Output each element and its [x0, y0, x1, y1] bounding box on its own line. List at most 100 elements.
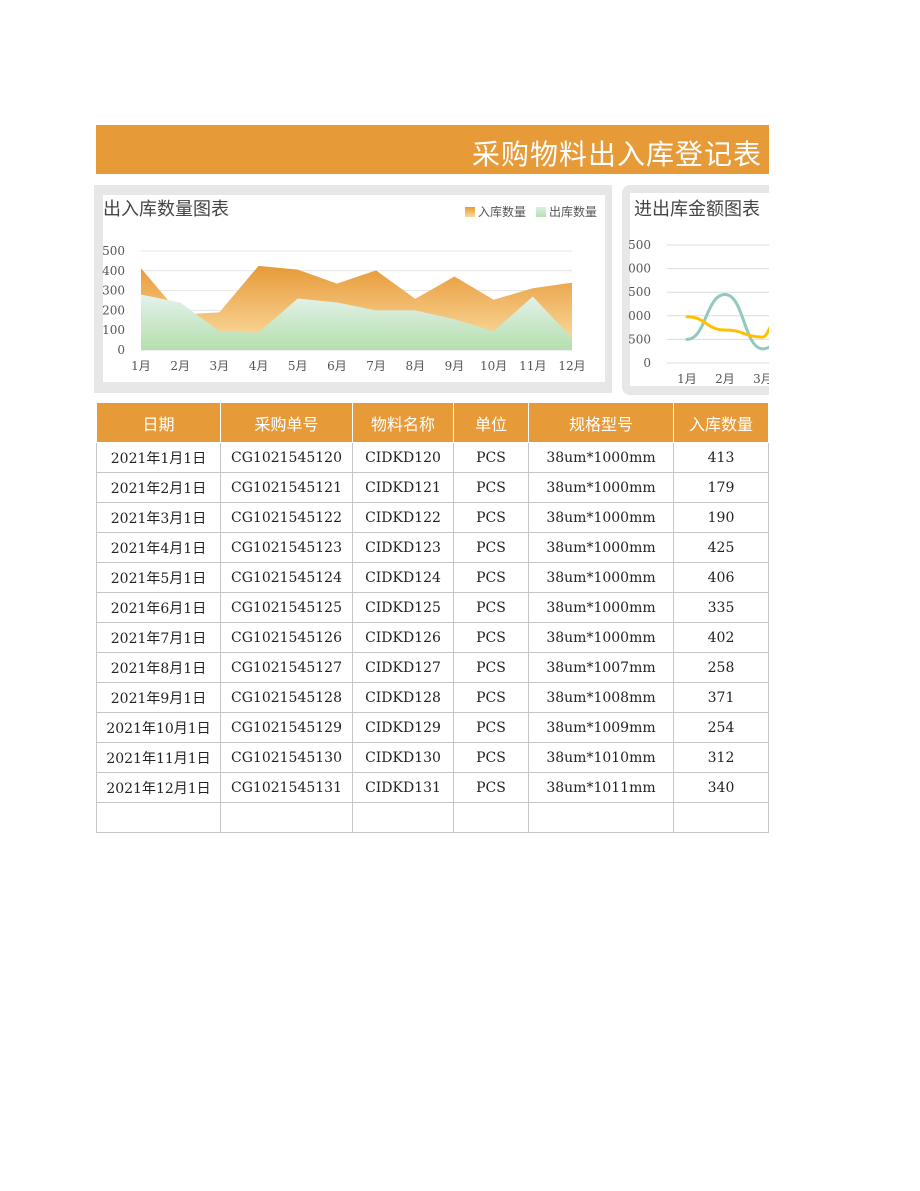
table-row: 2021年5月1日 CG1021545124 CIDKD124 PCS 38um*100… — [96, 562, 769, 593]
y-tick-label: 0 — [117, 343, 125, 357]
column-header[interactable]: 规格型号 — [528, 403, 674, 443]
table-cell[interactable]: CIDKD128 — [352, 682, 454, 713]
table-cell[interactable]: 38um*1000mm — [528, 562, 674, 593]
y-tick-label: 500 — [102, 244, 125, 258]
table-cell[interactable]: PCS — [453, 772, 529, 803]
table-cell[interactable]: CIDKD120 — [352, 442, 454, 473]
table-cell[interactable] — [673, 802, 769, 833]
table-cell[interactable]: 254 — [673, 712, 769, 743]
table-cell[interactable]: PCS — [453, 622, 529, 653]
table-cell[interactable]: CG1021545126 — [220, 622, 353, 653]
table-cell[interactable]: 413 — [673, 442, 769, 473]
table-cell[interactable]: 2021年12月1日 — [96, 772, 221, 803]
table-cell[interactable]: CG1021545123 — [220, 532, 353, 563]
column-header[interactable]: 物料名称 — [352, 403, 454, 443]
table-cell[interactable]: CG1021545120 — [220, 442, 353, 473]
table-cell[interactable]: CIDKD130 — [352, 742, 454, 773]
inventory-table: 日期 采购单号 物料名称 单位 规格型号 入库数量 2021年1月1日 CG10215451… — [96, 403, 769, 833]
table-cell[interactable]: 190 — [673, 502, 769, 533]
table-cell[interactable]: 179 — [673, 472, 769, 503]
table-cell[interactable]: 258 — [673, 652, 769, 683]
table-row: 2021年11月1日 CG1021545130 CIDKD130 PCS 38um*10… — [96, 742, 769, 773]
table-cell[interactable]: 2021年2月1日 — [96, 472, 221, 503]
table-cell[interactable]: CG1021545124 — [220, 562, 353, 593]
y-tick-label: 500 — [628, 332, 651, 346]
line-series-0 — [685, 293, 769, 351]
table-cell[interactable]: 2021年1月1日 — [96, 442, 221, 473]
table-cell[interactable]: PCS — [453, 532, 529, 563]
column-header[interactable]: 日期 — [96, 403, 221, 443]
table-cell[interactable]: 406 — [673, 562, 769, 593]
table-cell[interactable]: CG1021545121 — [220, 472, 353, 503]
table-cell[interactable]: 38um*1000mm — [528, 472, 674, 503]
table-cell[interactable]: 2021年10月1日 — [96, 712, 221, 743]
table-cell[interactable]: CIDKD126 — [352, 622, 454, 653]
table-cell[interactable]: 38um*1000mm — [528, 622, 674, 653]
table-row: 2021年12月1日 CG1021545131 CIDKD131 PCS 38um*10… — [96, 772, 769, 803]
table-cell[interactable]: CG1021545130 — [220, 742, 353, 773]
amount-chart-panel[interactable]: 进出库金额图表 0 500 000 500 000 500 1月 2月 3月 — [622, 185, 769, 395]
table-cell[interactable]: PCS — [453, 502, 529, 533]
table-cell[interactable]: 425 — [673, 532, 769, 563]
table-cell[interactable] — [352, 802, 454, 833]
table-cell[interactable] — [453, 802, 529, 833]
table-cell[interactable]: CIDKD122 — [352, 502, 454, 533]
x-tick-label: 3月 — [753, 372, 769, 386]
table-cell[interactable]: 2021年3月1日 — [96, 502, 221, 533]
table-cell[interactable]: CIDKD125 — [352, 592, 454, 623]
area-chart: 0 100 200 300 400 500 1月 2月 3月 4月 5月 6月 7月 8月 9月 10月 11月… — [102, 244, 586, 373]
x-tick-label: 4月 — [249, 359, 269, 373]
table-cell[interactable]: PCS — [453, 442, 529, 473]
table-cell[interactable]: PCS — [453, 472, 529, 503]
table-cell[interactable]: 2021年5月1日 — [96, 562, 221, 593]
table-cell[interactable]: CIDKD131 — [352, 772, 454, 803]
column-header[interactable]: 单位 — [453, 403, 529, 443]
quantity-chart-panel[interactable]: 出入库数量图表 入库数量 出库数量 0 100 200 300 400 500 1月 2月 3月… — [94, 185, 612, 393]
table-cell[interactable]: 38um*1011mm — [528, 772, 674, 803]
table-row: 2021年10月1日 CG1021545129 CIDKD129 PCS 38um*10… — [96, 712, 769, 743]
table-cell[interactable]: 2021年8月1日 — [96, 652, 221, 683]
table-cell[interactable]: 2021年6月1日 — [96, 592, 221, 623]
column-header[interactable]: 入库数量 — [673, 403, 769, 443]
table-cell[interactable]: PCS — [453, 682, 529, 713]
table-cell[interactable] — [528, 802, 674, 833]
table-cell[interactable]: PCS — [453, 742, 529, 773]
table-cell[interactable]: 2021年9月1日 — [96, 682, 221, 713]
table-cell[interactable]: 38um*1008mm — [528, 682, 674, 713]
table-cell[interactable]: 38um*1000mm — [528, 592, 674, 623]
table-row: 2021年9月1日 CG1021545128 CIDKD128 PCS 38um*100… — [96, 682, 769, 713]
table-cell[interactable]: 340 — [673, 772, 769, 803]
table-cell[interactable]: 38um*1007mm — [528, 652, 674, 683]
y-tick-label: 500 — [628, 285, 651, 299]
table-cell[interactable]: CG1021545127 — [220, 652, 353, 683]
table-cell[interactable]: 335 — [673, 592, 769, 623]
table-cell[interactable]: PCS — [453, 652, 529, 683]
table-cell[interactable]: CG1021545128 — [220, 682, 353, 713]
table-cell[interactable]: CIDKD124 — [352, 562, 454, 593]
table-cell[interactable]: CG1021545122 — [220, 502, 353, 533]
table-cell[interactable]: CIDKD129 — [352, 712, 454, 743]
table-cell[interactable]: 38um*1000mm — [528, 532, 674, 563]
table-cell[interactable] — [96, 802, 221, 833]
table-cell[interactable]: 2021年11月1日 — [96, 742, 221, 773]
table-cell[interactable]: PCS — [453, 562, 529, 593]
table-cell[interactable]: 38um*1000mm — [528, 502, 674, 533]
table-cell[interactable]: CIDKD123 — [352, 532, 454, 563]
table-cell[interactable]: 402 — [673, 622, 769, 653]
table-cell[interactable]: 38um*1010mm — [528, 742, 674, 773]
table-cell[interactable]: CG1021545125 — [220, 592, 353, 623]
table-cell[interactable] — [220, 802, 353, 833]
table-cell[interactable]: PCS — [453, 592, 529, 623]
table-cell[interactable]: 38um*1009mm — [528, 712, 674, 743]
table-cell[interactable]: 2021年4月1日 — [96, 532, 221, 563]
table-cell[interactable]: 312 — [673, 742, 769, 773]
table-cell[interactable]: CG1021545129 — [220, 712, 353, 743]
column-header[interactable]: 采购单号 — [220, 403, 353, 443]
table-cell[interactable]: CIDKD127 — [352, 652, 454, 683]
table-cell[interactable]: 371 — [673, 682, 769, 713]
table-cell[interactable]: 2021年7月1日 — [96, 622, 221, 653]
table-cell[interactable]: PCS — [453, 712, 529, 743]
table-cell[interactable]: CG1021545131 — [220, 772, 353, 803]
table-cell[interactable]: 38um*1000mm — [528, 442, 674, 473]
table-cell[interactable]: CIDKD121 — [352, 472, 454, 503]
